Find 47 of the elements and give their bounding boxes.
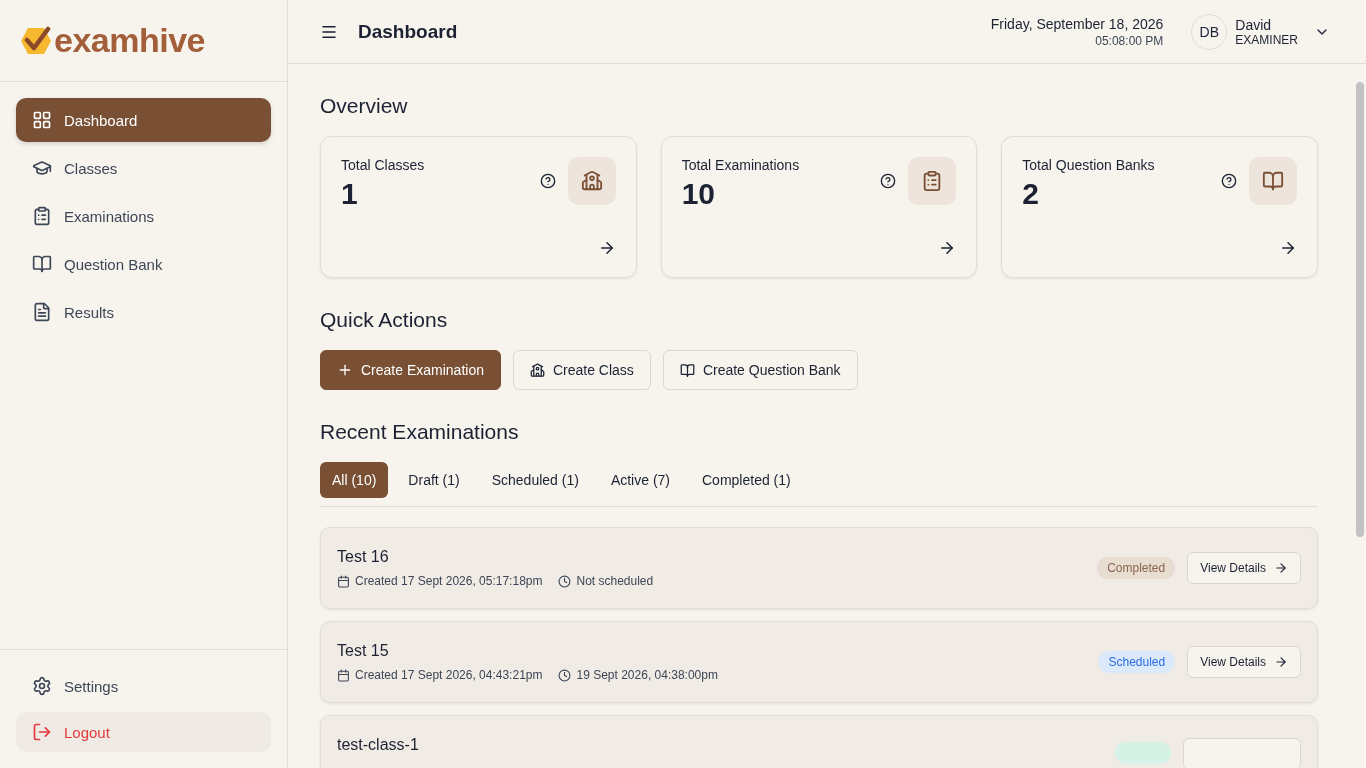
action-button[interactable]: Create Question Bank — [662, 350, 858, 390]
status-badge: Completed — [1097, 557, 1176, 579]
section-title: Quick Actions — [320, 308, 449, 332]
stat-card[interactable]: Total Classes 1 — [320, 136, 637, 278]
stat-value: 1 — [341, 177, 359, 211]
stat-value: 2 — [1022, 177, 1040, 211]
view-details-button[interactable]: View Details — [1187, 646, 1301, 678]
exam-row[interactable]: test-class-1 — [320, 715, 1318, 768]
created-date: Created 17 Sept 2026, 04:43:21pm — [355, 668, 543, 682]
nav-item[interactable]: Dashboard — [16, 98, 271, 142]
created-date: Created 17 Sept 2026, 05:17:18pm — [355, 574, 543, 588]
user-role: EXAMINER — [1235, 32, 1298, 47]
date-text: Friday, September 18, 2026 — [990, 15, 1164, 32]
nav-item[interactable]: Examinations — [16, 194, 271, 238]
action-button[interactable]: Create Examination — [320, 350, 501, 390]
exam-title: Test 16 — [337, 548, 390, 566]
view-details-button[interactable]: View Details — [1187, 552, 1301, 584]
logout-button[interactable]: Logout — [16, 712, 271, 752]
section-title: Recent Examinations — [320, 420, 520, 444]
exam-row[interactable]: Test 15 Created 17 Sept 2026, 04:43:21pm 19 Sept 2026, 04:38:00pm Scheduled View Details — [320, 621, 1318, 703]
time-text: 05:08:00 PM — [1095, 33, 1164, 48]
filter-tab[interactable]: Completed (1) — [690, 462, 803, 498]
schedule-text: 19 Sept 2026, 04:38:00pm — [576, 668, 718, 682]
filter-tab[interactable]: Active (7) — [598, 462, 682, 498]
stat-label: Total Question Banks — [1022, 157, 1156, 173]
brand-name: examhive — [54, 21, 205, 60]
filter-tab[interactable]: All (10) — [320, 462, 389, 498]
section-title: Overview — [320, 94, 409, 118]
settings-link[interactable]: Settings — [16, 666, 271, 706]
exam-row[interactable]: Test 16 Created 17 Sept 2026, 05:17:18pm Not scheduled Completed View Details — [320, 527, 1318, 609]
nav-item[interactable]: Results — [16, 290, 271, 334]
filter-tab[interactable]: Draft (1) — [396, 462, 472, 498]
stat-card[interactable]: Total Examinations 10 — [660, 136, 978, 278]
nav-item[interactable]: Question Bank — [16, 242, 271, 286]
exam-title: test-class-1 — [337, 736, 420, 754]
status-badge: Scheduled — [1098, 651, 1176, 673]
schedule-text: Not scheduled — [576, 574, 654, 588]
stat-value: 10 — [681, 177, 717, 211]
nav-item[interactable]: Classes — [16, 146, 271, 190]
filter-tab[interactable]: Scheduled (1) — [479, 462, 591, 498]
user-name: David — [1235, 16, 1273, 33]
stat-card[interactable]: Total Question Banks 2 — [1001, 136, 1318, 278]
stat-label: Total Classes — [341, 157, 426, 173]
exam-title: Test 15 — [337, 642, 390, 660]
action-button[interactable]: Create Class — [512, 350, 651, 390]
stat-label: Total Examinations — [681, 157, 801, 173]
page-title: Dashboard — [358, 20, 459, 43]
